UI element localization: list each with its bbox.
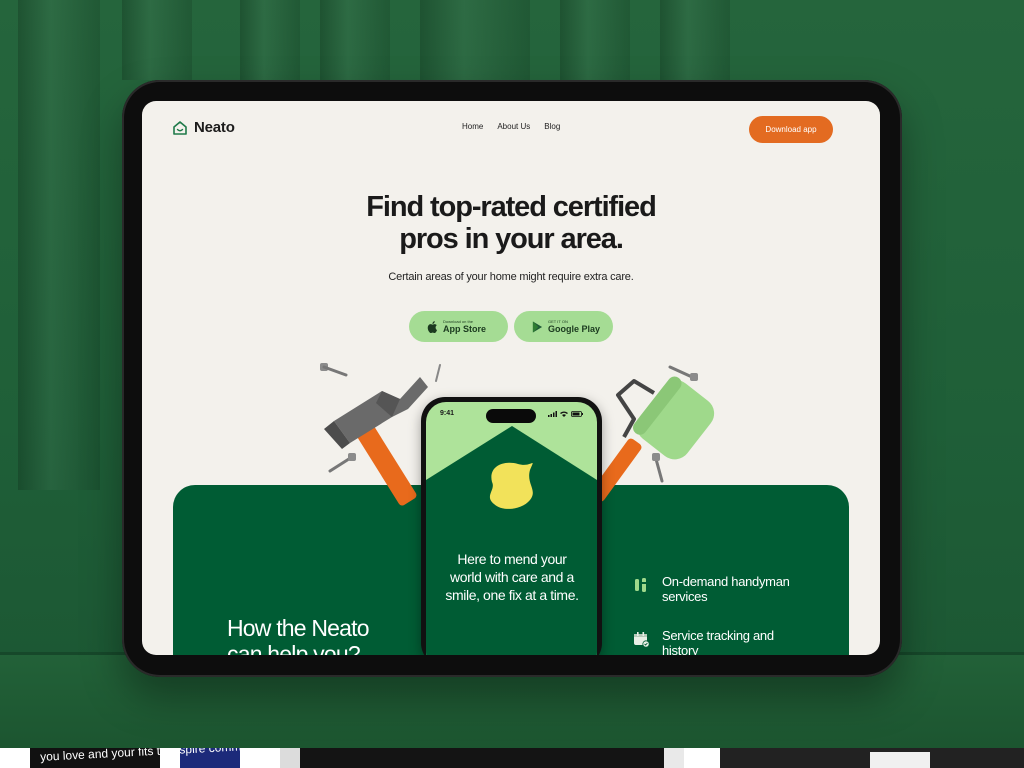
wall-pillar (240, 0, 300, 80)
google-play-button[interactable]: GET IT ON Google Play (514, 311, 613, 342)
phone-time: 9:41 (440, 410, 455, 417)
wall-pillar (420, 0, 530, 80)
wall-pillar (660, 0, 730, 80)
wall-pillar (560, 0, 630, 80)
calendar-check-icon (634, 632, 650, 648)
thumbnail (280, 748, 300, 768)
brand-name: Neato (194, 119, 235, 136)
battery-icon (571, 411, 583, 417)
wall-pillar (18, 0, 100, 490)
phone-tagline: Here to mend your world with care and a … (445, 551, 579, 603)
section-heading-line: can help you? (227, 641, 361, 655)
section-heading-line: How the Neato (227, 615, 370, 641)
app-store-label: App Store (443, 324, 487, 334)
smile-blob (489, 462, 533, 509)
app-store-button[interactable]: Download on the App Store (409, 311, 508, 342)
nav-blog[interactable]: Blog (544, 122, 560, 131)
house-smile-icon (173, 120, 187, 135)
nav-about-us[interactable]: About Us (497, 122, 530, 131)
download-app-button[interactable]: Download app (749, 116, 833, 143)
wifi-icon (560, 411, 568, 417)
nav-home[interactable]: Home (462, 122, 483, 131)
hero-title-line: Find top-rated certified (366, 191, 656, 223)
feature-label: On-demand handyman services (662, 574, 790, 604)
hero-title: Find top-rated certified pros in your ar… (311, 191, 711, 255)
tools-icon (635, 578, 646, 592)
phone-status-icons (548, 411, 583, 417)
nav-links: Home About Us Blog (462, 122, 560, 131)
play-store-icon (532, 321, 543, 332)
wall-pillar (122, 0, 192, 80)
top-nav: Neato Home About Us Blog Download app (142, 101, 880, 157)
apple-icon (427, 320, 438, 333)
feature-item: On-demand handyman services (632, 574, 792, 604)
brand-logo[interactable]: Neato (172, 119, 235, 136)
feature-label: Service tracking and history (662, 628, 774, 655)
section-heading: How the Neato can help you? (227, 615, 370, 655)
phone-mockup: 9:41 Here to mend your world with care a… (421, 397, 602, 655)
phone-green-shape (426, 426, 597, 655)
thumbnail (664, 748, 684, 768)
thumbnail (300, 748, 664, 768)
tablet-screen: Neato Home About Us Blog Download app Fi… (142, 101, 880, 655)
thumbnail: you love and your fits to inspire commun… (0, 748, 280, 768)
thumbnail-strip: you love and your fits to inspire commun… (0, 748, 1024, 768)
paint-roller-illustration (594, 365, 715, 502)
phone-screen: 9:41 Here to mend your world with care a… (426, 402, 597, 655)
feature-item: Service tracking and history (632, 628, 792, 655)
hero-subtitle: Certain areas of your home might require… (388, 271, 634, 283)
hero-title-line: pros in your area. (399, 223, 624, 255)
thumbnail (684, 748, 720, 768)
wall-pillar (320, 0, 390, 80)
tablet-frame: Neato Home About Us Blog Download app Fi… (122, 80, 902, 677)
signal-icon (548, 411, 557, 417)
dynamic-island (486, 409, 536, 423)
thumbnail (720, 748, 1024, 768)
google-play-label: Google Play (548, 324, 601, 334)
